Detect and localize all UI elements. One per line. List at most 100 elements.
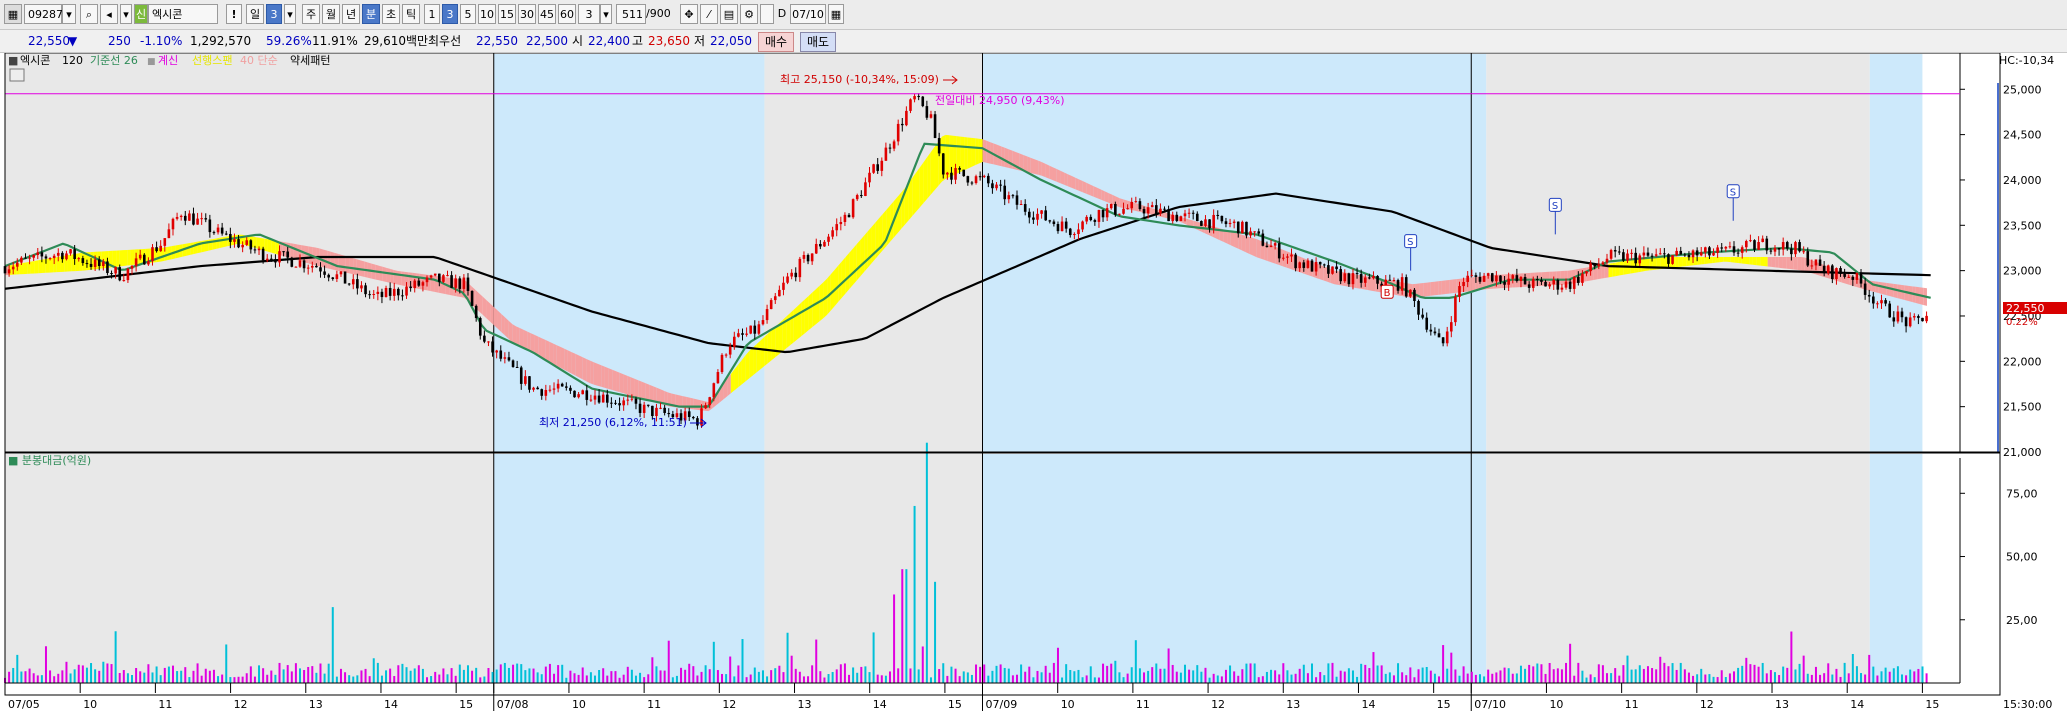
- candle: [1761, 238, 1764, 243]
- period-minute-button[interactable]: 분: [362, 4, 380, 24]
- candle: [995, 184, 998, 189]
- checkbox[interactable]: [760, 4, 774, 24]
- cloud-segment: [838, 261, 842, 302]
- candle: [409, 286, 412, 289]
- search-icon[interactable]: ⌕: [80, 4, 98, 24]
- cloud-segment: [349, 257, 354, 275]
- period-second-button[interactable]: 초: [382, 4, 400, 24]
- cloud-segment: [1797, 257, 1802, 271]
- period-week-button[interactable]: 주: [302, 4, 320, 24]
- chevron-down-icon[interactable]: ▾: [600, 4, 612, 24]
- candle: [1781, 242, 1785, 250]
- interval-10-button[interactable]: 10: [478, 4, 496, 24]
- cloud-segment: [582, 357, 587, 382]
- volume-bar: [548, 663, 551, 683]
- volume-bar: [1593, 677, 1596, 683]
- period-num-button[interactable]: 3: [266, 4, 282, 24]
- candle: [7, 269, 11, 274]
- cloud-segment: [382, 266, 387, 283]
- cloud-segment: [1701, 257, 1705, 265]
- volume-bar: [1405, 675, 1408, 683]
- volume-bar: [57, 673, 60, 683]
- stock-code-input[interactable]: 092870: [24, 4, 70, 24]
- cloud-segment: [1227, 230, 1231, 246]
- candle: [343, 271, 347, 284]
- x-tick-label: 13: [798, 698, 812, 711]
- volume-bar: [868, 672, 871, 683]
- cloud-segment: [630, 377, 635, 397]
- line-tool-icon[interactable]: ⁄: [700, 4, 718, 24]
- interval-15-button[interactable]: 15: [498, 4, 516, 24]
- candle: [810, 253, 814, 262]
- candle: [368, 294, 371, 296]
- chevron-down-icon[interactable]: ▾: [284, 4, 296, 24]
- speaker-icon[interactable]: ◂: [100, 4, 118, 24]
- calendar-icon[interactable]: ▦: [828, 4, 844, 24]
- cloud-segment: [575, 353, 579, 378]
- stock-name-field[interactable]: 엑시콘: [148, 4, 218, 24]
- cloud-segment: [1801, 257, 1805, 271]
- volume-bar: [987, 675, 990, 683]
- alert-button[interactable]: !: [226, 4, 242, 24]
- volume-bar: [528, 668, 531, 683]
- save-icon[interactable]: ▤: [720, 4, 738, 24]
- volume-bar: [651, 657, 654, 683]
- volume-bar: [151, 672, 154, 683]
- volume-bar: [831, 672, 834, 683]
- interval-45-button[interactable]: 45: [538, 4, 556, 24]
- grid-icon[interactable]: ▦: [4, 4, 22, 24]
- period-month-button[interactable]: 월: [322, 4, 340, 24]
- period-tick-button[interactable]: 틱: [402, 4, 420, 24]
- crosshair-icon[interactable]: ✥: [680, 4, 698, 24]
- chevron-down-icon[interactable]: ▾: [62, 4, 76, 24]
- gear-icon[interactable]: ⚙: [740, 4, 758, 24]
- volume-bar: [1806, 673, 1809, 683]
- price-chart[interactable]: SBSS 25,00024,50024,00023,50023,00022,50…: [0, 53, 2067, 711]
- volume-bar: [131, 675, 134, 683]
- table-icon[interactable]: [9, 68, 25, 82]
- candle: [1515, 275, 1519, 282]
- interval-30-button[interactable]: 30: [518, 4, 536, 24]
- volume-bar: [942, 663, 945, 683]
- volume-bar: [1634, 669, 1637, 683]
- candle: [790, 272, 793, 277]
- chevron-down-icon[interactable]: ▾: [120, 4, 132, 24]
- volume-bar: [1851, 653, 1854, 683]
- candle: [868, 172, 871, 183]
- volume-bar: [122, 670, 125, 683]
- volume-bar: [106, 663, 109, 683]
- volume-bar: [1339, 670, 1342, 683]
- volume-bar: [811, 665, 814, 683]
- interval-60-button[interactable]: 60: [558, 4, 576, 24]
- candle: [946, 172, 949, 175]
- date-input[interactable]: 07/10: [790, 4, 826, 24]
- interval-5-button[interactable]: 5: [460, 4, 476, 24]
- sell-button[interactable]: 매도: [800, 32, 836, 52]
- interval-3-button[interactable]: 3: [442, 4, 458, 24]
- period-year-button[interactable]: 년: [342, 4, 360, 24]
- cloud-segment: [264, 238, 268, 252]
- interval-input[interactable]: 3: [578, 4, 600, 24]
- candle: [1359, 274, 1363, 283]
- candle: [1294, 254, 1297, 269]
- candle: [28, 257, 31, 259]
- candle: [1892, 317, 1896, 322]
- volume-bar: [446, 674, 449, 683]
- candle: [1499, 275, 1502, 282]
- candle: [454, 278, 457, 288]
- volume-bar: [917, 669, 920, 683]
- cloud-segment: [897, 192, 902, 234]
- buy-button[interactable]: 매수: [758, 32, 794, 52]
- checkbox-label: D: [777, 7, 787, 20]
- interval-1-button[interactable]: 1: [424, 4, 440, 24]
- candle: [171, 218, 175, 230]
- period-day-button[interactable]: 일: [246, 4, 264, 24]
- change-percent: -1.10%: [140, 34, 183, 48]
- candle: [745, 333, 748, 335]
- volume-bar: [413, 668, 416, 683]
- count-input[interactable]: 511: [616, 4, 646, 24]
- volume-bar: [1597, 664, 1600, 683]
- volume-bar: [921, 646, 924, 683]
- candle: [962, 169, 966, 177]
- cloud-segment: [1001, 146, 1005, 168]
